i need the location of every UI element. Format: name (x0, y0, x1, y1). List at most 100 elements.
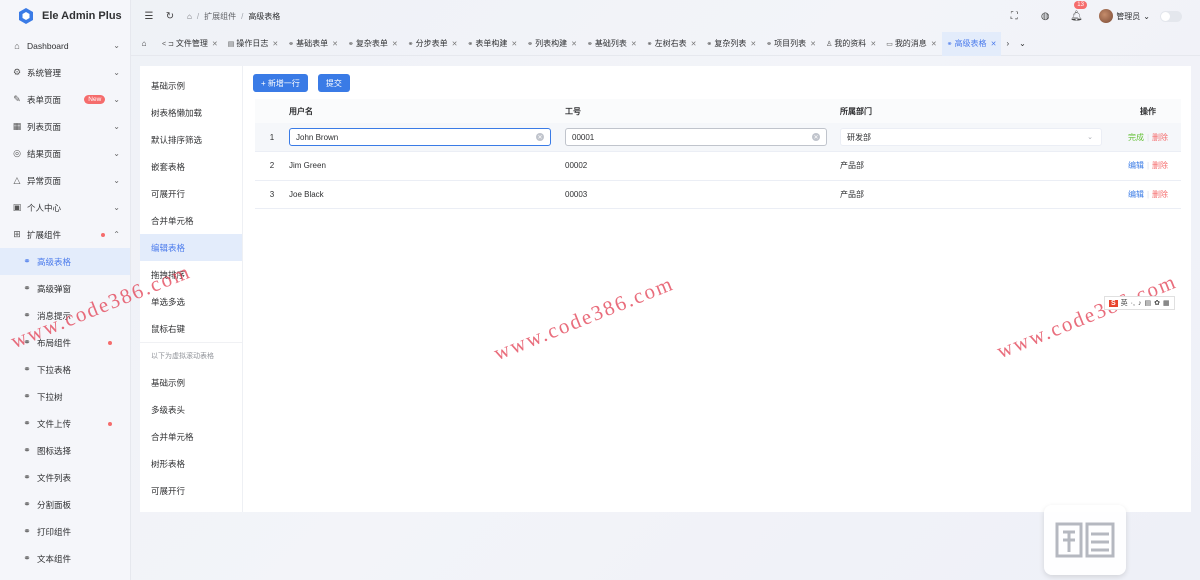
collapse-menu-icon[interactable]: ☰ (141, 8, 157, 24)
sidebar-item-dashboard[interactable]: ⌂ Dashboard ⌄ (0, 32, 130, 59)
subnav-item[interactable]: 可展开行 (140, 180, 242, 207)
subnav-item[interactable]: 多级表头 (140, 396, 242, 423)
subnav-item[interactable]: 嵌套表格 (140, 153, 242, 180)
subnav-item[interactable]: 可展开行 (140, 477, 242, 504)
tab-form-builder[interactable]: ⚭ 表单构建 ✕ (463, 32, 523, 56)
cell-actions: 完成 | 删除 (1115, 123, 1181, 152)
submit-button[interactable]: 提交 (317, 74, 350, 92)
delete-button[interactable]: 删除 (1152, 161, 1168, 170)
tab-tree-table[interactable]: ⚭ 左树右表 ✕ (642, 32, 702, 56)
ime-toolbar[interactable]: S 英 ·, ♪ ▤ ✿ ▦ (1104, 296, 1175, 310)
subnav-item[interactable]: 树形表格 (140, 450, 242, 477)
edit-button[interactable]: 编辑 (1128, 161, 1144, 170)
tabs-scroll-right[interactable]: › (1001, 32, 1014, 56)
delete-button[interactable]: 删除 (1152, 190, 1168, 199)
sidebar-subitem-icon-picker[interactable]: ⚭ 图标选择 (0, 437, 130, 464)
logo-icon (1055, 522, 1115, 558)
subnav-item[interactable]: 默认排序筛选 (140, 126, 242, 153)
keyboard-icon: ▤ (1144, 300, 1152, 307)
globe-icon[interactable]: ◍ (1037, 8, 1053, 24)
link-icon: ⚭ (766, 40, 773, 48)
tabs-more[interactable]: ⌄ (1014, 32, 1031, 56)
clear-icon[interactable]: ✕ (536, 133, 544, 141)
subnav-group-label: 以下为虚拟滚动表格 (140, 342, 242, 369)
action-divider: | (1146, 132, 1150, 142)
subnav-item-active[interactable]: 编辑表格 (140, 234, 242, 261)
close-icon[interactable]: ✕ (931, 40, 937, 48)
extension-icon: ⊞ (13, 229, 21, 239)
close-icon[interactable]: ✕ (452, 40, 458, 48)
app-title: Ele Admin Plus (42, 10, 122, 22)
tab-basic-form[interactable]: ⚭ 基础表单 ✕ (283, 32, 343, 56)
sidebar-item-result[interactable]: ◎ 结果页面 ⌄ (0, 140, 130, 167)
close-icon[interactable]: ✕ (332, 40, 338, 48)
close-icon[interactable]: ✕ (750, 40, 756, 48)
close-icon[interactable]: ✕ (511, 40, 517, 48)
close-icon[interactable]: ✕ (212, 40, 218, 48)
theme-toggle[interactable] (1160, 10, 1182, 22)
app-logo[interactable]: Ele Admin Plus (0, 0, 130, 32)
close-icon[interactable]: ✕ (392, 40, 398, 48)
refresh-icon[interactable]: ↻ (162, 8, 178, 24)
delete-button[interactable]: 删除 (1152, 133, 1168, 142)
tab-basic-list[interactable]: ⚭ 基础列表 ✕ (582, 32, 642, 56)
tab-home[interactable]: ⌂ (131, 32, 157, 56)
sidebar-item-form[interactable]: ✎ 表单页面 New ⌄ (0, 86, 130, 113)
breadcrumb-item[interactable]: 扩展组件 (204, 11, 236, 22)
sidebar-item-extension[interactable]: ⊞ 扩展组件 ⌃ (0, 221, 130, 248)
close-icon[interactable]: ✕ (810, 40, 816, 48)
scroll-left-icon[interactable]: < ⊐ (162, 40, 174, 48)
tab-complex-list[interactable]: ⚭ 复杂列表 ✕ (702, 32, 762, 56)
close-icon[interactable]: ✕ (631, 40, 637, 48)
close-icon[interactable]: ✕ (691, 40, 697, 48)
link-icon: ⚭ (23, 364, 31, 374)
username-input[interactable]: John Brown ✕ (289, 128, 551, 146)
chevron-right-icon: › (1006, 39, 1010, 48)
sidebar-item-list[interactable]: ▦ 列表页面 ⌄ (0, 113, 130, 140)
link-icon: ⚭ (706, 40, 713, 48)
sidebar-subitem-split-panel[interactable]: ⚭ 分割面板 (0, 491, 130, 518)
sidebar-subitem-file-list[interactable]: ⚭ 文件列表 (0, 464, 130, 491)
subnav-item[interactable]: 基础示例 (140, 369, 242, 396)
close-icon[interactable]: ✕ (870, 40, 876, 48)
sidebar-subitem-upload[interactable]: ⚭ 文件上传 (0, 410, 130, 437)
home-icon[interactable]: ⌂ (187, 12, 192, 21)
tab-list-builder[interactable]: ⚭ 列表构建 ✕ (522, 32, 582, 56)
sidebar-subitem-text[interactable]: ⚭ 文本组件 (0, 545, 130, 572)
close-icon[interactable]: ✕ (272, 40, 278, 48)
sidebar-item-exception[interactable]: △ 异常页面 ⌄ (0, 167, 130, 194)
edit-button[interactable]: 编辑 (1128, 190, 1144, 199)
close-icon[interactable]: ✕ (991, 40, 997, 48)
subnav-item[interactable]: 鼠标右键 (140, 315, 242, 342)
link-icon: ⚭ (23, 526, 31, 536)
tab-operation-log[interactable]: ▤ 操作日志 ✕ (223, 32, 284, 56)
tab-project-list[interactable]: ⚭ 项目列表 ✕ (761, 32, 821, 56)
sidebar-subitem-advanced-table[interactable]: ⚭ 高级表格 (0, 248, 130, 275)
add-row-button[interactable]: + 新增一行 (253, 74, 308, 92)
subnav-item[interactable]: 树表格懒加载 (140, 99, 242, 126)
subnav-item[interactable]: 合并单元格 (140, 207, 242, 234)
clear-icon[interactable]: ✕ (812, 133, 820, 141)
subnav-item[interactable]: 合并单元格 (140, 423, 242, 450)
link-icon: ⚭ (23, 310, 31, 320)
fullscreen-icon[interactable]: ⛶ (1006, 8, 1022, 24)
tab-advanced-table[interactable]: ⚭ 高级表格 ✕ (941, 31, 1002, 56)
tab-complex-form[interactable]: ⚭ 复杂表单 ✕ (343, 32, 403, 56)
tab-step-form[interactable]: ⚭ 分步表单 ✕ (403, 32, 463, 56)
sidebar-subitem-print[interactable]: ⚭ 打印组件 (0, 518, 130, 545)
bell-icon[interactable]: 🔔︎ 13 (1068, 1, 1087, 24)
close-icon[interactable]: ✕ (571, 40, 577, 48)
editable-table: 用户名 工号 所属部门 操作 1 John Brown ✕ 00001 ✕ 研发… (255, 99, 1181, 209)
sidebar-subitem-dropdown-tree[interactable]: ⚭ 下拉树 (0, 383, 130, 410)
number-input[interactable]: 00001 ✕ (565, 128, 827, 146)
tab-my-messages[interactable]: ▭ 我的消息 ✕ (881, 32, 942, 56)
subnav-item[interactable]: 基础示例 (140, 72, 242, 99)
tab-my-profile[interactable]: ♙ 我的资料 ✕ (821, 32, 881, 56)
sidebar-subitem-dropdown-table[interactable]: ⚭ 下拉表格 (0, 356, 130, 383)
user-menu[interactable]: 管理员 ⌄ (1099, 9, 1150, 23)
sidebar-item-profile[interactable]: ▣ 个人中心 ⌄ (0, 194, 130, 221)
sidebar-item-system[interactable]: ⚙ 系统管理 ⌄ (0, 59, 130, 86)
dept-select[interactable]: 研发部 ⌄ (840, 128, 1102, 146)
tab-file-manage[interactable]: < ⊐ 文件管理 ✕ (157, 32, 223, 56)
done-button[interactable]: 完成 (1128, 133, 1144, 142)
